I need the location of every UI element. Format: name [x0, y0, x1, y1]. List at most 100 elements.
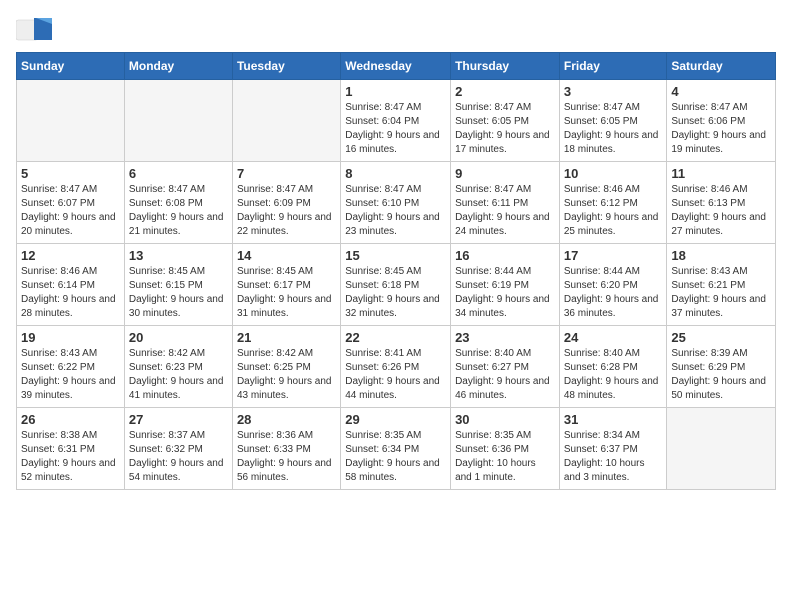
calendar-cell — [124, 80, 232, 162]
cell-content: Sunrise: 8:40 AMSunset: 6:28 PMDaylight:… — [564, 347, 663, 403]
day-number: 6 — [129, 166, 228, 181]
day-number: 26 — [21, 412, 120, 427]
day-number: 8 — [345, 166, 446, 181]
cell-content: Sunrise: 8:38 AMSunset: 6:31 PMDaylight:… — [21, 429, 120, 485]
calendar-cell: 23 Sunrise: 8:40 AMSunset: 6:27 PMDayligh… — [451, 326, 560, 408]
calendar-cell: 5 Sunrise: 8:47 AMSunset: 6:07 PMDaylight… — [17, 162, 125, 244]
day-number: 18 — [671, 248, 771, 263]
cell-content: Sunrise: 8:45 AMSunset: 6:15 PMDaylight:… — [129, 265, 228, 321]
calendar-cell: 18Sunrise: 8:43 AMSunset: 6:21 PMDayligh… — [667, 244, 776, 326]
day-header-wednesday: Wednesday — [341, 53, 451, 80]
calendar-week-5: 26 Sunrise: 8:38 AMSunset: 6:31 PMDayligh… — [17, 408, 776, 490]
cell-content: Sunrise: 8:43 AMSunset: 6:22 PMDaylight:… — [21, 347, 120, 403]
calendar-cell: 8 Sunrise: 8:47 AMSunset: 6:10 PMDaylight… — [341, 162, 451, 244]
day-number: 22 — [345, 330, 446, 345]
day-header-sunday: Sunday — [17, 53, 125, 80]
calendar-cell: 20 Sunrise: 8:42 AMSunset: 6:23 PMDayligh… — [124, 326, 232, 408]
calendar-week-2: 5 Sunrise: 8:47 AMSunset: 6:07 PMDaylight… — [17, 162, 776, 244]
calendar-cell: 6Sunrise: 8:47 AMSunset: 6:08 PMDaylight… — [124, 162, 232, 244]
day-number: 17 — [564, 248, 663, 263]
calendar-cell: 17 Sunrise: 8:44 AMSunset: 6:20 PMDayligh… — [559, 244, 667, 326]
cell-content: Sunrise: 8:47 AMSunset: 6:10 PMDaylight:… — [345, 183, 446, 239]
day-header-friday: Friday — [559, 53, 667, 80]
day-number: 14 — [237, 248, 336, 263]
cell-content: Sunrise: 8:41 AMSunset: 6:26 PMDaylight:… — [345, 347, 446, 403]
cell-content: Sunrise: 8:47 AMSunset: 6:05 PMDaylight:… — [455, 101, 555, 157]
cell-content: Sunrise: 8:44 AMSunset: 6:20 PMDaylight:… — [564, 265, 663, 321]
day-number: 25 — [671, 330, 771, 345]
calendar-cell: 16 Sunrise: 8:44 AMSunset: 6:19 PMDayligh… — [451, 244, 560, 326]
calendar-cell: 24 Sunrise: 8:40 AMSunset: 6:28 PMDayligh… — [559, 326, 667, 408]
calendar-cell — [17, 80, 125, 162]
day-number: 24 — [564, 330, 663, 345]
day-header-monday: Monday — [124, 53, 232, 80]
cell-content: Sunrise: 8:36 AMSunset: 6:33 PMDaylight:… — [237, 429, 336, 485]
calendar-cell: 31 Sunrise: 8:34 AMSunset: 6:37 PMDayligh… — [559, 408, 667, 490]
calendar-cell: 3 Sunrise: 8:47 AMSunset: 6:05 PMDaylight… — [559, 80, 667, 162]
day-header-thursday: Thursday — [451, 53, 560, 80]
calendar-cell: 11 Sunrise: 8:46 AMSunset: 6:13 PMDayligh… — [667, 162, 776, 244]
day-number: 11 — [671, 166, 771, 181]
cell-content: Sunrise: 8:47 AMSunset: 6:04 PMDaylight:… — [345, 101, 446, 157]
calendar-cell: 22 Sunrise: 8:41 AMSunset: 6:26 PMDayligh… — [341, 326, 451, 408]
day-number: 12 — [21, 248, 120, 263]
day-number: 13 — [129, 248, 228, 263]
day-number: 27 — [129, 412, 228, 427]
day-number: 9 — [455, 166, 555, 181]
logo-icon — [16, 16, 52, 44]
cell-content: Sunrise: 8:47 AMSunset: 6:09 PMDaylight:… — [237, 183, 336, 239]
day-number: 30 — [455, 412, 555, 427]
day-number: 2 — [455, 84, 555, 99]
cell-content: Sunrise: 8:42 AMSunset: 6:25 PMDaylight:… — [237, 347, 336, 403]
calendar-cell: 21 Sunrise: 8:42 AMSunset: 6:25 PMDayligh… — [232, 326, 340, 408]
calendar-week-4: 19Sunrise: 8:43 AMSunset: 6:22 PMDayligh… — [17, 326, 776, 408]
day-number: 28 — [237, 412, 336, 427]
cell-content: Sunrise: 8:35 AMSunset: 6:34 PMDaylight:… — [345, 429, 446, 485]
calendar-cell: 25 Sunrise: 8:39 AMSunset: 6:29 PMDayligh… — [667, 326, 776, 408]
cell-content: Sunrise: 8:42 AMSunset: 6:23 PMDaylight:… — [129, 347, 228, 403]
cell-content: Sunrise: 8:34 AMSunset: 6:37 PMDaylight:… — [564, 429, 663, 485]
day-number: 31 — [564, 412, 663, 427]
cell-content: Sunrise: 8:46 AMSunset: 6:13 PMDaylight:… — [671, 183, 771, 239]
calendar-cell: 1 Sunrise: 8:47 AMSunset: 6:04 PMDaylight… — [341, 80, 451, 162]
logo — [16, 16, 56, 44]
day-number: 21 — [237, 330, 336, 345]
cell-content: Sunrise: 8:40 AMSunset: 6:27 PMDaylight:… — [455, 347, 555, 403]
cell-content: Sunrise: 8:47 AMSunset: 6:05 PMDaylight:… — [564, 101, 663, 157]
cell-content: Sunrise: 8:44 AMSunset: 6:19 PMDaylight:… — [455, 265, 555, 321]
calendar-cell: 10Sunrise: 8:46 AMSunset: 6:12 PMDayligh… — [559, 162, 667, 244]
cell-content: Sunrise: 8:45 AMSunset: 6:17 PMDaylight:… — [237, 265, 336, 321]
day-number: 23 — [455, 330, 555, 345]
day-number: 7 — [237, 166, 336, 181]
day-header-saturday: Saturday — [667, 53, 776, 80]
calendar-cell: 12 Sunrise: 8:46 AMSunset: 6:14 PMDayligh… — [17, 244, 125, 326]
day-number: 15 — [345, 248, 446, 263]
calendar-cell: 28 Sunrise: 8:36 AMSunset: 6:33 PMDayligh… — [232, 408, 340, 490]
calendar: SundayMondayTuesdayWednesdayThursdayFrid… — [16, 52, 776, 490]
calendar-cell: 27Sunrise: 8:37 AMSunset: 6:32 PMDayligh… — [124, 408, 232, 490]
calendar-cell: 9Sunrise: 8:47 AMSunset: 6:11 PMDaylight… — [451, 162, 560, 244]
calendar-week-1: 1 Sunrise: 8:47 AMSunset: 6:04 PMDaylight… — [17, 80, 776, 162]
calendar-cell: 29 Sunrise: 8:35 AMSunset: 6:34 PMDayligh… — [341, 408, 451, 490]
calendar-cell — [667, 408, 776, 490]
day-number: 16 — [455, 248, 555, 263]
calendar-week-3: 12 Sunrise: 8:46 AMSunset: 6:14 PMDayligh… — [17, 244, 776, 326]
day-number: 29 — [345, 412, 446, 427]
calendar-cell: 26 Sunrise: 8:38 AMSunset: 6:31 PMDayligh… — [17, 408, 125, 490]
day-number: 20 — [129, 330, 228, 345]
cell-content: Sunrise: 8:46 AMSunset: 6:12 PMDaylight:… — [564, 183, 663, 239]
cell-content: Sunrise: 8:35 AMSunset: 6:36 PMDaylight:… — [455, 429, 555, 485]
day-header-tuesday: Tuesday — [232, 53, 340, 80]
calendar-cell: 15Sunrise: 8:45 AMSunset: 6:18 PMDayligh… — [341, 244, 451, 326]
cell-content: Sunrise: 8:46 AMSunset: 6:14 PMDaylight:… — [21, 265, 120, 321]
cell-content: Sunrise: 8:47 AMSunset: 6:07 PMDaylight:… — [21, 183, 120, 239]
calendar-cell: 4Sunrise: 8:47 AMSunset: 6:06 PMDaylight… — [667, 80, 776, 162]
day-number: 5 — [21, 166, 120, 181]
day-number: 3 — [564, 84, 663, 99]
day-number: 1 — [345, 84, 446, 99]
calendar-cell: 19Sunrise: 8:43 AMSunset: 6:22 PMDayligh… — [17, 326, 125, 408]
calendar-cell — [232, 80, 340, 162]
calendar-cell: 14 Sunrise: 8:45 AMSunset: 6:17 PMDayligh… — [232, 244, 340, 326]
cell-content: Sunrise: 8:47 AMSunset: 6:06 PMDaylight:… — [671, 101, 771, 157]
cell-content: Sunrise: 8:39 AMSunset: 6:29 PMDaylight:… — [671, 347, 771, 403]
